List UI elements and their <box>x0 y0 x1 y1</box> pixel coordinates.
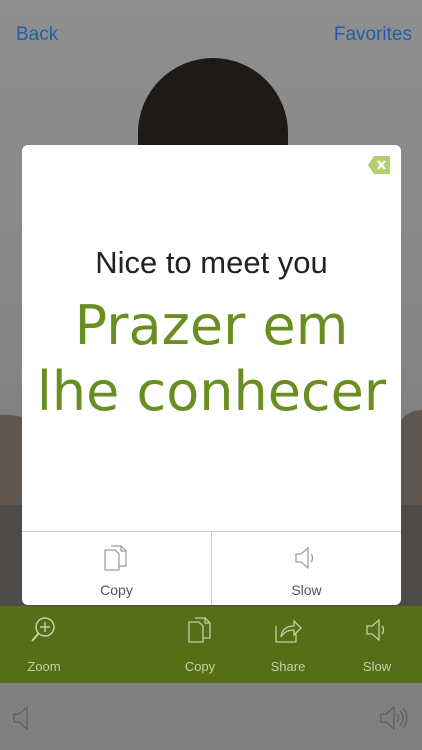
volume-low-icon[interactable] <box>8 703 38 733</box>
speaker-icon <box>366 618 385 642</box>
card-slow-button[interactable]: Slow <box>212 532 401 605</box>
card-copy-label: Copy <box>100 582 133 598</box>
card-copy-button[interactable]: Copy <box>22 532 211 605</box>
back-button[interactable]: Back <box>16 24 58 46</box>
english-phrase: Nice to meet you <box>95 245 328 280</box>
volume-high-icon[interactable] <box>378 703 408 733</box>
bottom-toolbar: Zoom Copy Share Slow <box>0 606 422 683</box>
speaker-icon <box>295 546 314 570</box>
share-icon <box>275 619 302 643</box>
copy-icon <box>188 617 211 643</box>
close-icon[interactable] <box>367 154 391 176</box>
phrase-card: Nice to meet you Prazer em lhe conhecer … <box>22 145 401 605</box>
toolbar-copy-label: Copy <box>184 659 216 674</box>
card-slow-label: Slow <box>291 582 322 598</box>
portuguese-phrase: Prazer em lhe conhecer <box>36 294 387 423</box>
audio-player-bar <box>0 683 422 750</box>
toolbar-slow-button[interactable]: Slow <box>337 606 417 683</box>
zoom-in-icon <box>31 617 55 642</box>
toolbar-copy-button[interactable]: Copy <box>160 606 240 683</box>
copy-icon <box>104 545 127 571</box>
toolbar-zoom-label: Zoom <box>27 659 61 674</box>
favorites-button[interactable]: Favorites <box>334 24 412 46</box>
toolbar-share-label: Share <box>270 659 306 674</box>
toolbar-zoom-button[interactable]: Zoom <box>4 606 84 683</box>
toolbar-share-button[interactable]: Share <box>248 606 328 683</box>
toolbar-slow-label: Slow <box>362 659 392 674</box>
